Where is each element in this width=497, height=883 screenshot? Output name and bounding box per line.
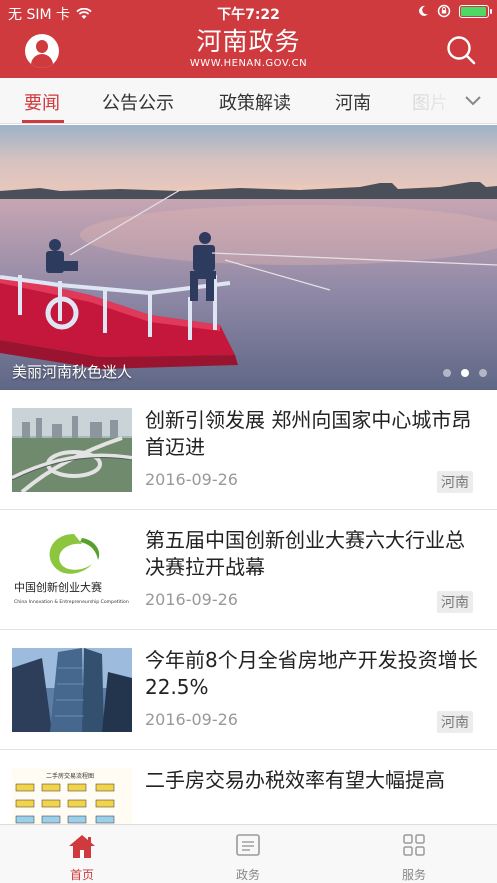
news-title: 二手房交易办税效率有望大幅提高 <box>145 768 445 792</box>
news-thumbnail-city <box>12 408 132 492</box>
tabbar-home[interactable]: 首页 <box>22 825 142 883</box>
news-thumbnail-buildings <box>12 648 132 732</box>
grid-icon <box>403 834 425 856</box>
status-bar: 无 SIM 卡 下午7:22 <box>0 0 497 24</box>
app-header: 无 SIM 卡 下午7:22 河南政务 WWW.HENAN.GOV.CN <box>0 0 497 78</box>
tab-news[interactable]: 要闻 <box>24 89 60 115</box>
news-tag: 河南 <box>437 711 473 733</box>
moon-icon <box>419 5 428 16</box>
banner-caption: 美丽河南秋色迷人 <box>12 363 133 381</box>
news-tag: 河南 <box>437 591 473 613</box>
tab-henan[interactable]: 河南 <box>335 89 371 115</box>
logo-subtext: China Innovation & Entrepreneurship Comp… <box>14 599 129 605</box>
search-icon[interactable] <box>445 34 477 66</box>
tabbar-government-label: 政务 <box>235 868 260 882</box>
tabbar-services-label: 服务 <box>401 868 426 882</box>
tab-announcements[interactable]: 公告公示 <box>102 89 174 115</box>
news-item[interactable]: 创新引领发展 郑州向国家中心城市昂首迈进 2016-09-26 河南 <box>0 390 497 510</box>
rotation-lock-icon <box>437 4 451 18</box>
news-date: 2016-09-26 <box>145 710 238 729</box>
news-item[interactable]: 中国创新创业大赛 China Innovation & Entrepreneur… <box>0 510 497 630</box>
news-title: 创新引领发展 郑州向国家中心城市昂首迈进 <box>145 408 472 459</box>
page-subtitle: WWW.HENAN.GOV.CN <box>189 58 308 69</box>
flowchart-heading: 二手房交易流程图 <box>46 772 94 780</box>
news-thumbnail-logo: 中国创新创业大赛 China Innovation & Entrepreneur… <box>12 528 132 612</box>
carousel-dot[interactable] <box>479 369 487 377</box>
news-title: 今年前8个月全省房地产开发投资增长22.5% <box>145 648 478 699</box>
news-title: 第五届中国创新创业大赛六大行业总决赛拉开战幕 <box>145 528 465 579</box>
news-date: 2016-09-26 <box>145 590 238 609</box>
carousel-dots <box>443 369 487 377</box>
title-block: 河南政务 WWW.HENAN.GOV.CN <box>0 26 497 70</box>
carousel-dot-active[interactable] <box>461 369 469 377</box>
carousel-dot[interactable] <box>443 369 451 377</box>
home-icon <box>69 835 95 858</box>
tabbar-home-label: 首页 <box>69 868 94 882</box>
chevron-down-icon[interactable] <box>463 92 483 108</box>
status-right <box>417 4 492 18</box>
news-list: 创新引领发展 郑州向国家中心城市昂首迈进 2016-09-26 河南 中国创新创… <box>0 390 497 870</box>
tab-policy[interactable]: 政策解读 <box>219 89 291 115</box>
tabbar-government[interactable]: 政务 <box>188 825 308 883</box>
logo-text: 中国创新创业大赛 <box>14 580 102 594</box>
news-item[interactable]: 今年前8个月全省房地产开发投资增长22.5% 2016-09-26 河南 <box>0 630 497 750</box>
banner-carousel[interactable]: 美丽河南秋色迷人 <box>0 125 497 390</box>
tabbar-services[interactable]: 服务 <box>354 825 474 883</box>
news-tag: 河南 <box>437 471 473 493</box>
active-tab-indicator <box>22 120 64 123</box>
document-icon <box>236 834 260 856</box>
battery-icon <box>459 4 492 18</box>
bottom-tab-bar: 首页 政务 服务 <box>0 824 497 883</box>
news-date: 2016-09-26 <box>145 470 238 489</box>
banner-image <box>0 125 497 390</box>
tab-fade-overlay <box>390 78 470 123</box>
page-title: 河南政务 <box>196 27 301 56</box>
category-tabs: 要闻 公告公示 政策解读 河南 图片 <box>0 78 497 124</box>
